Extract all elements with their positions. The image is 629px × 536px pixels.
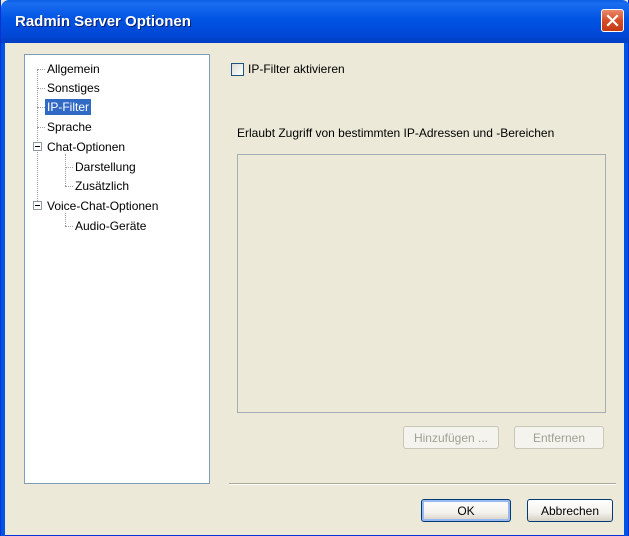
close-icon xyxy=(606,14,619,27)
ok-button[interactable]: OK xyxy=(421,499,511,522)
options-dialog: Radmin Server Optionen Allgemein Sonstig… xyxy=(0,0,629,536)
tree-line xyxy=(37,69,45,70)
tree-item-darstellung[interactable]: Darstellung xyxy=(75,159,136,175)
close-button[interactable] xyxy=(601,9,624,32)
tree-line xyxy=(65,213,66,226)
window-left-border xyxy=(1,43,5,536)
cancel-button[interactable]: Abbrechen xyxy=(527,499,613,522)
tree-line xyxy=(65,167,73,168)
add-button[interactable]: Hinzufügen ... xyxy=(403,426,499,449)
remove-button[interactable]: Entfernen xyxy=(514,426,604,449)
tree-item-zusaetzlich[interactable]: Zusätzlich xyxy=(75,178,129,194)
window-title: Radmin Server Optionen xyxy=(15,13,191,30)
allowed-access-label: Erlaubt Zugriff von bestimmten IP-Adress… xyxy=(237,126,555,140)
tree-line xyxy=(65,154,66,186)
chat-options-expander-icon[interactable] xyxy=(33,142,42,151)
tree-item-chat-optionen[interactable]: Chat-Optionen xyxy=(47,139,125,155)
ip-filter-enable-row[interactable]: IP-Filter aktivieren xyxy=(231,62,345,76)
window-right-border xyxy=(624,43,628,536)
ip-filter-checkbox[interactable] xyxy=(231,62,244,76)
options-tree[interactable]: Allgemein Sonstiges IP-Filter Sprache Ch… xyxy=(24,54,210,484)
tree-item-sonstiges[interactable]: Sonstiges xyxy=(47,80,100,96)
tree-line xyxy=(65,226,73,227)
voice-chat-options-expander-icon[interactable] xyxy=(33,201,42,210)
tree-item-audio-geraete[interactable]: Audio-Geräte xyxy=(75,218,146,234)
tree-line xyxy=(65,186,73,187)
ip-address-list[interactable] xyxy=(237,154,606,413)
tree-line xyxy=(37,88,45,89)
tree-line xyxy=(37,127,45,128)
tree-item-ip-filter[interactable]: IP-Filter xyxy=(45,99,91,115)
tree-item-allgemein[interactable]: Allgemein xyxy=(47,61,100,77)
tree-line xyxy=(37,107,45,108)
tree-item-voice-chat-optionen[interactable]: Voice-Chat-Optionen xyxy=(47,198,158,214)
tree-item-sprache[interactable]: Sprache xyxy=(47,119,92,135)
ip-filter-checkbox-label[interactable]: IP-Filter aktivieren xyxy=(248,62,345,76)
title-bar[interactable]: Radmin Server Optionen xyxy=(1,0,629,43)
footer-separator xyxy=(229,483,616,485)
